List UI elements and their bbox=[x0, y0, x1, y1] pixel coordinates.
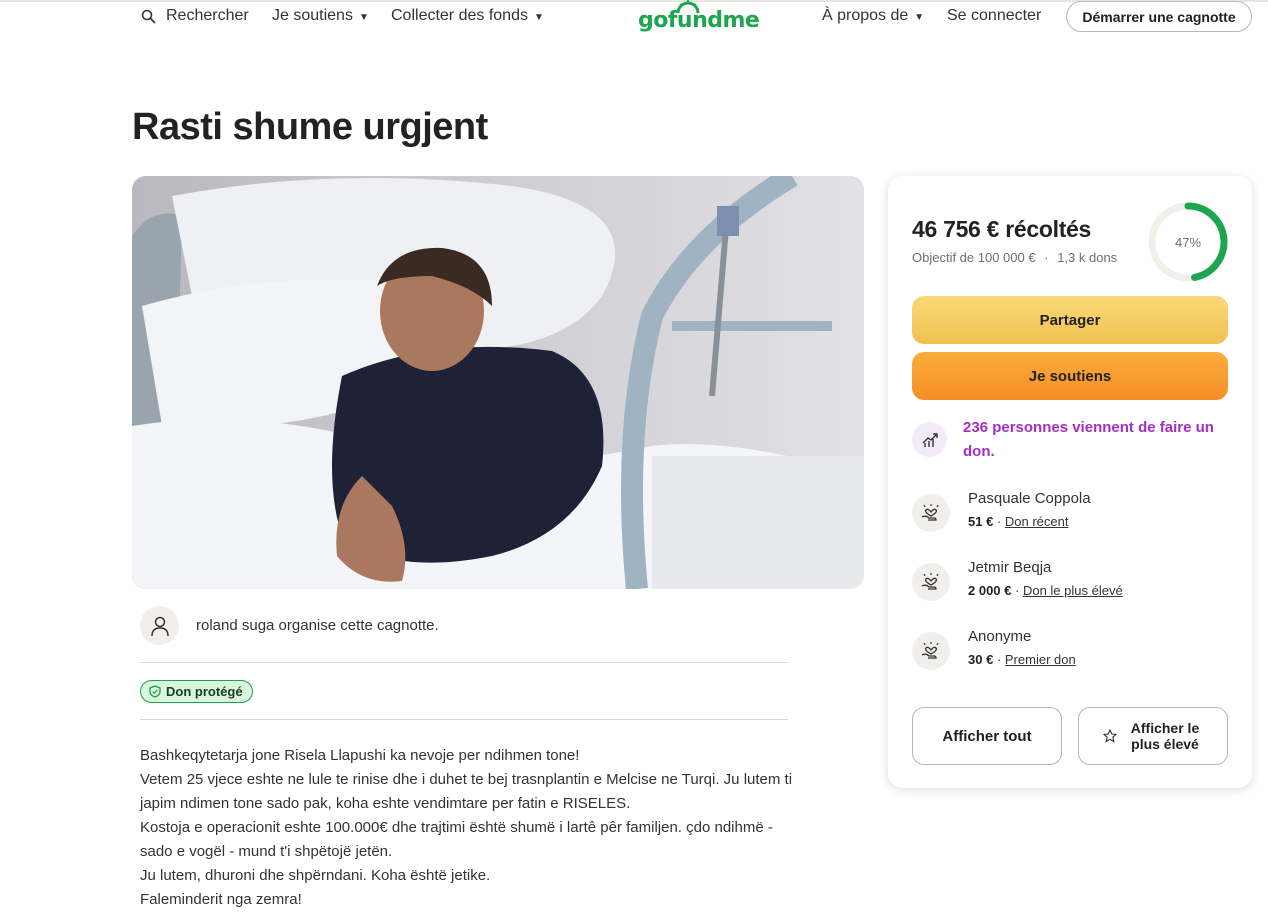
star-icon bbox=[1103, 729, 1117, 743]
campaign-photo-illustration bbox=[132, 176, 864, 589]
see-all-button[interactable]: Afficher tout bbox=[912, 707, 1062, 765]
gofundme-logo[interactable]: gofundme bbox=[638, 0, 760, 34]
donor-amount: 2 000 € bbox=[968, 583, 1012, 598]
donor-name: Jetmir Beqja bbox=[968, 559, 1052, 576]
donations-count: 1,3 k dons bbox=[1057, 250, 1118, 265]
shield-icon bbox=[149, 685, 161, 698]
about-menu[interactable]: À propos de ▼ bbox=[822, 7, 924, 25]
chevron-down-icon: ▼ bbox=[533, 11, 544, 23]
story-paragraph: Bashkeqytetarja jone Risela Llapushi ka … bbox=[140, 747, 580, 764]
donor-item: Jetmir Beqja 2 000 € · Don le plus élevé bbox=[912, 559, 1232, 607]
protected-label: Don protégé bbox=[166, 684, 243, 699]
donate-button[interactable]: Je soutiens bbox=[912, 352, 1228, 400]
donor-tag-link[interactable]: Don récent bbox=[1005, 514, 1069, 529]
start-fundraiser-button[interactable]: Démarrer une cagnotte bbox=[1066, 1, 1252, 32]
story-paragraph: Ju lutem, dhuroni dhe shpërndani. Koha ë… bbox=[140, 867, 491, 884]
heart-hand-icon bbox=[912, 632, 950, 670]
share-button[interactable]: Partager bbox=[912, 296, 1228, 344]
chevron-down-icon: ▼ bbox=[358, 11, 369, 23]
donor-name: Anonyme bbox=[968, 628, 1032, 645]
about-label: À propos de bbox=[822, 7, 909, 24]
donor-meta: 51 € · Don récent bbox=[968, 514, 1068, 529]
support-label: Je soutiens bbox=[272, 7, 353, 24]
story-paragraph: Vetem 25 vjece eshte ne lule te rinise d… bbox=[140, 771, 793, 812]
campaign-story: Bashkeqytetarja jone Risela Llapushi ka … bbox=[140, 744, 800, 912]
donation-card: 46 756 € récoltés Objectif de 100 000 € … bbox=[888, 176, 1252, 788]
progress-percent: 47% bbox=[1174, 234, 1202, 250]
search-link[interactable]: Rechercher bbox=[141, 7, 249, 25]
see-top-label: Afficher le plus élevé bbox=[1130, 720, 1200, 752]
see-top-button[interactable]: Afficher le plus élevé bbox=[1078, 707, 1228, 765]
heart-hand-icon bbox=[912, 494, 950, 532]
login-link[interactable]: Se connecter bbox=[947, 7, 1041, 25]
donor-item: Pasquale Coppola 51 € · Don récent bbox=[912, 490, 1232, 538]
donor-item: Anonyme 30 € · Premier don bbox=[912, 628, 1232, 676]
donor-tag-link[interactable]: Premier don bbox=[1005, 652, 1076, 667]
search-label: Rechercher bbox=[166, 7, 249, 24]
donor-tag-link[interactable]: Don le plus élevé bbox=[1023, 583, 1123, 598]
recent-donors-text: 236 personnes viennent de faire un don. bbox=[963, 419, 1214, 460]
fundraise-label: Collecter des fonds bbox=[391, 7, 528, 24]
separator-dot: · bbox=[996, 514, 1005, 529]
donor-name: Pasquale Coppola bbox=[968, 490, 1091, 507]
login-label: Se connecter bbox=[947, 7, 1042, 24]
separator-dot: · bbox=[1044, 250, 1049, 265]
donor-amount: 51 € bbox=[968, 514, 994, 529]
user-icon bbox=[150, 615, 170, 637]
support-menu[interactable]: Je soutiens ▼ bbox=[272, 7, 369, 25]
campaign-photo[interactable] bbox=[132, 176, 864, 589]
chevron-down-icon: ▼ bbox=[914, 11, 925, 23]
organizer-text: roland suga organise cette cagnotte. bbox=[196, 617, 439, 634]
donor-meta: 30 € · Premier don bbox=[968, 652, 1076, 667]
search-icon bbox=[141, 9, 156, 24]
progress-ring: 47% bbox=[1146, 200, 1230, 284]
fundraise-menu[interactable]: Collecter des fonds ▼ bbox=[391, 7, 544, 25]
separator-dot: · bbox=[996, 652, 1005, 667]
goal-text: Objectif de 100 000 € bbox=[912, 250, 1036, 265]
protected-badge[interactable]: Don protégé bbox=[140, 680, 253, 703]
donor-meta: 2 000 € · Don le plus élevé bbox=[968, 583, 1123, 598]
raised-amount: 46 756 € récoltés bbox=[912, 216, 1092, 242]
logo-text: gofundme bbox=[638, 8, 760, 33]
story-paragraph: Kostoja e operacionit eshte 100.000€ dhe… bbox=[140, 819, 773, 860]
donor-amount: 30 € bbox=[968, 652, 994, 667]
story-paragraph: Faleminderit nga zemra! bbox=[140, 891, 302, 908]
heart-hand-icon bbox=[912, 563, 950, 601]
goal-summary: Objectif de 100 000 € · 1,3 k dons bbox=[912, 250, 1117, 265]
trend-icon bbox=[912, 422, 947, 457]
divider bbox=[140, 662, 788, 663]
separator-dot: · bbox=[1015, 583, 1023, 598]
divider bbox=[140, 719, 788, 720]
page-title: Rasti shume urgjent bbox=[132, 106, 488, 148]
organizer-avatar bbox=[140, 606, 179, 645]
